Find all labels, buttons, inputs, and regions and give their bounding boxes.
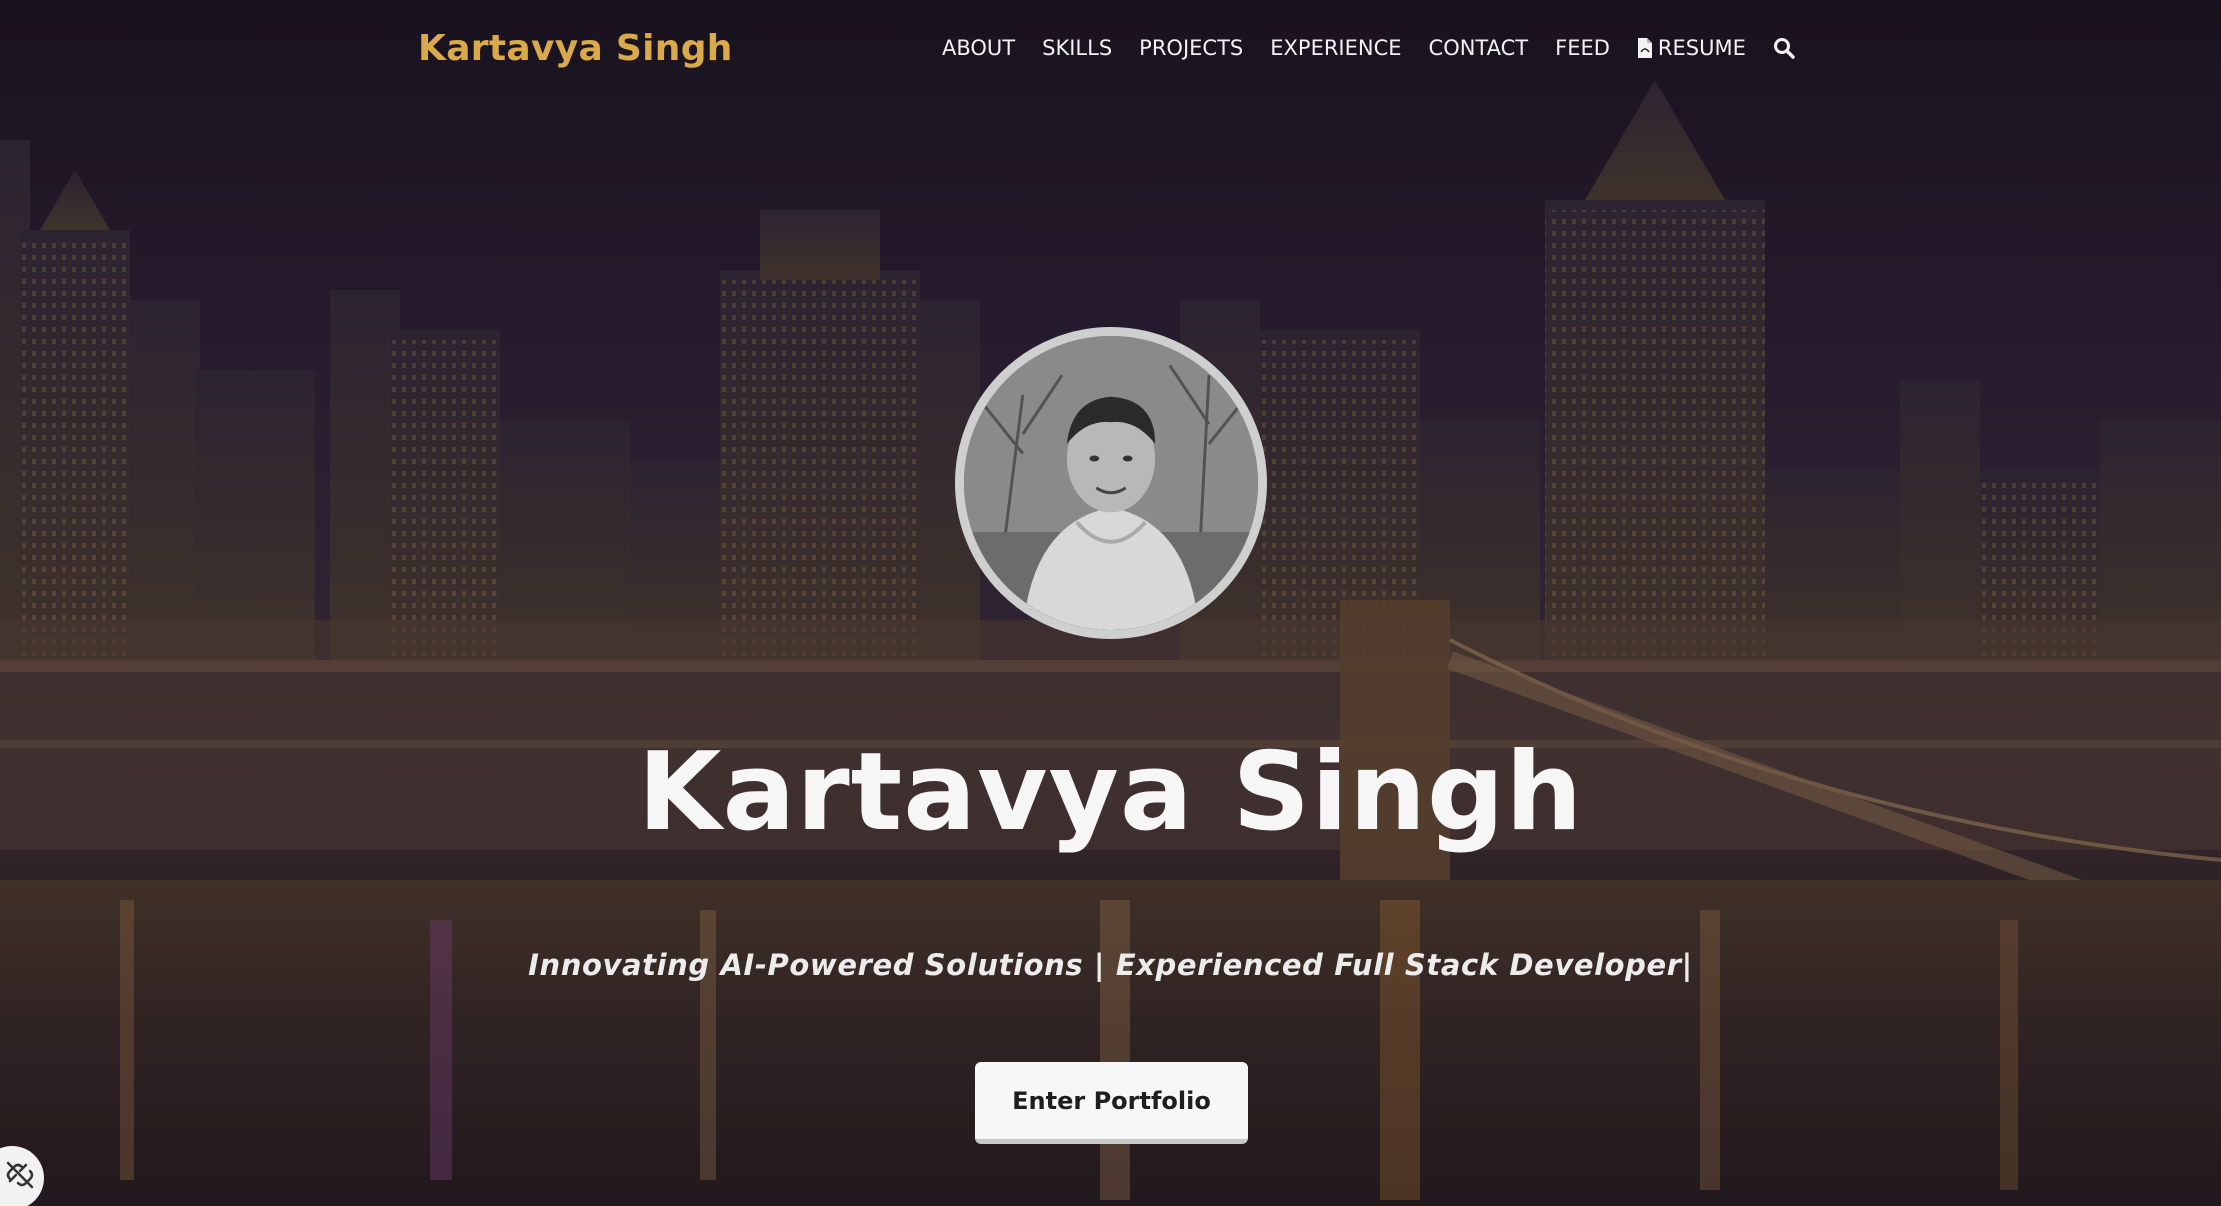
nav-link-resume-label: RESUME — [1657, 36, 1746, 60]
nav-links: ABOUT SKILLS PROJECTS EXPERIENCE CONTACT… — [942, 36, 1795, 60]
search-icon[interactable] — [1773, 37, 1795, 59]
nav-link-resume[interactable]: RESUME — [1637, 36, 1746, 60]
pdf-file-icon — [1637, 37, 1653, 59]
link-off-icon — [6, 1161, 34, 1189]
hero-subtitle: Innovating AI-Powered Solutions | Experi… — [528, 948, 1693, 982]
nav-link-contact[interactable]: CONTACT — [1429, 36, 1529, 60]
profile-photo — [955, 327, 1267, 639]
hero-title: Kartavya Singh — [637, 730, 1584, 855]
brand-logo-text[interactable]: Kartavya Singh — [418, 28, 733, 69]
nav-link-about[interactable]: ABOUT — [942, 36, 1015, 60]
enter-portfolio-button[interactable]: Enter Portfolio — [975, 1062, 1248, 1144]
top-navbar: Kartavya Singh ABOUT SKILLS PROJECTS EXP… — [0, 0, 2221, 100]
nav-link-skills[interactable]: SKILLS — [1042, 36, 1112, 60]
nav-link-feed[interactable]: FEED — [1555, 36, 1610, 60]
nav-link-experience[interactable]: EXPERIENCE — [1270, 36, 1401, 60]
nav-link-projects[interactable]: PROJECTS — [1139, 36, 1243, 60]
